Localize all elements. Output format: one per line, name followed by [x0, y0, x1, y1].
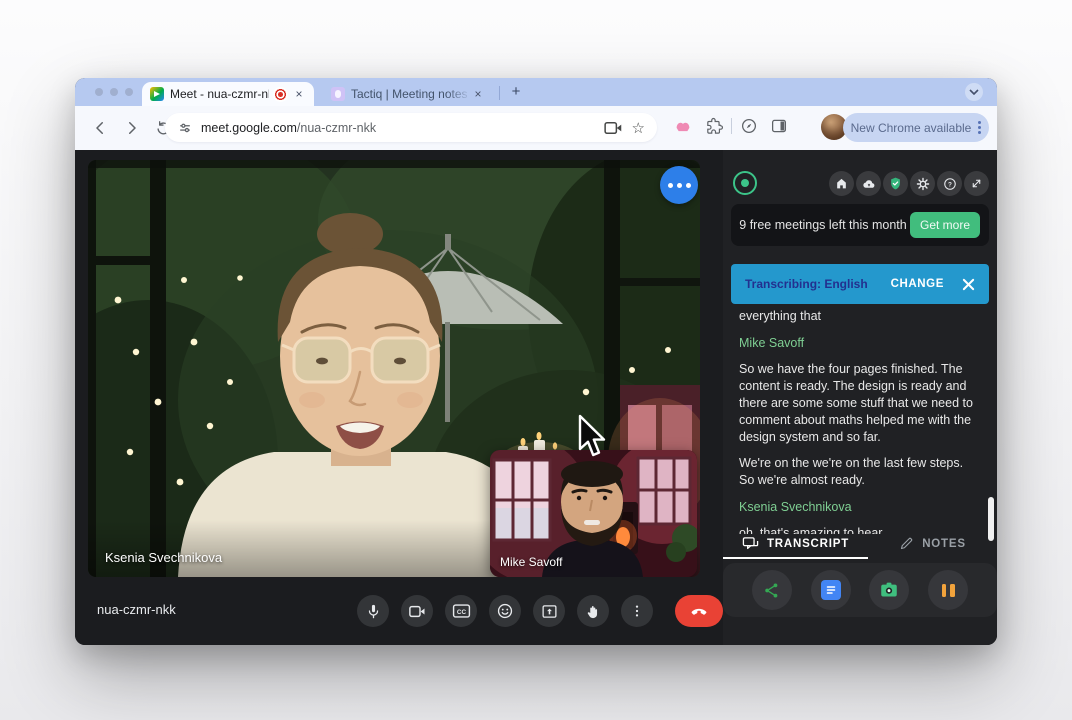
tab-notes-label: NOTES [922, 538, 966, 550]
site-settings-icon[interactable] [177, 120, 193, 136]
microphone-button[interactable] [357, 595, 389, 627]
quota-card: 9 free meetings left this month Get more [731, 204, 989, 246]
expand-panel-button[interactable] [964, 171, 989, 196]
home-button[interactable] [829, 171, 854, 196]
participant-name-label: Mike Savoff [500, 555, 562, 569]
settings-gear-button[interactable] [910, 171, 935, 196]
tab-transcript-label: TRANSCRIPT [767, 538, 849, 550]
more-options-button[interactable] [621, 595, 653, 627]
camera-in-use-icon[interactable] [604, 121, 622, 135]
tab-transcript[interactable]: TRANSCRIPT [723, 530, 868, 557]
transcribing-banner: Transcribing: English CHANGE [731, 264, 989, 304]
tab-strip: Meet - nua-czmr-nkk × Tactiq | Meeting n… [75, 78, 997, 106]
panel-tabs: TRANSCRIPT NOTES [723, 530, 997, 557]
screenshot-button[interactable] [869, 570, 909, 610]
meet-favicon-icon [150, 87, 164, 101]
forward-icon[interactable] [123, 119, 141, 137]
update-chrome-button[interactable]: New Chrome available [843, 113, 989, 142]
tab-meet[interactable]: Meet - nua-czmr-nkk × [142, 82, 314, 106]
extensions-puzzle-icon[interactable] [705, 117, 723, 135]
transcribing-label: Transcribing: English [745, 277, 891, 291]
address-bar[interactable]: meet.google.com/nua-czmr-nkk ☆ [165, 113, 657, 142]
tactiq-header-icons: ? [829, 171, 989, 196]
close-window-icon[interactable] [95, 88, 103, 96]
close-banner-icon[interactable] [962, 278, 975, 291]
extension-icons [673, 116, 788, 136]
end-call-button[interactable] [675, 595, 723, 627]
transcript-paragraph: So we have the four pages finished. The … [739, 361, 981, 446]
tactiq-favicon-icon [331, 87, 345, 101]
more-options-icon[interactable] [978, 121, 981, 134]
back-icon[interactable] [91, 119, 109, 137]
svg-text:CC: CC [456, 609, 466, 616]
zoom-window-icon[interactable] [125, 88, 133, 96]
browser-window: Meet - nua-czmr-nkk × Tactiq | Meeting n… [75, 78, 997, 645]
side-panel-icon[interactable] [770, 117, 788, 135]
quota-text: 9 free meetings left this month [731, 217, 909, 234]
meet-controls: CC [357, 595, 723, 627]
chat-notification-icon[interactable] [660, 166, 698, 204]
mouse-cursor [577, 414, 607, 460]
tactiq-panel: ? 9 free meetings left this month Get mo… [723, 150, 997, 645]
speaker-name: Mike Savoff [739, 335, 981, 352]
help-button[interactable]: ? [937, 171, 962, 196]
tactiq-extension-icon[interactable] [673, 116, 693, 136]
new-tab-button[interactable]: + [507, 83, 525, 101]
share-button[interactable] [752, 570, 792, 610]
transcript-continuation: everything that [739, 308, 981, 325]
participant-name-label: Ksenia Svechnikova [105, 550, 222, 565]
compass-icon[interactable] [740, 117, 758, 135]
tab-search-chevron-icon[interactable] [965, 83, 983, 101]
panel-action-bar [723, 563, 997, 617]
reactions-button[interactable] [489, 595, 521, 627]
get-more-button[interactable]: Get more [910, 212, 980, 238]
present-button[interactable] [533, 595, 565, 627]
pause-recording-button[interactable] [928, 570, 968, 610]
tab-divider [499, 86, 500, 100]
update-chrome-label: New Chrome available [851, 121, 972, 135]
open-google-doc-button[interactable] [811, 570, 851, 610]
browser-toolbar: meet.google.com/nua-czmr-nkk ☆ New Chrom… [75, 106, 997, 150]
change-language-button[interactable]: CHANGE [891, 278, 944, 290]
speaker-name: Ksenia Svechnikova [739, 499, 981, 516]
meeting-code: nua-czmr-nkk [97, 602, 176, 617]
page-content: Ksenia Svechnikova [75, 150, 997, 645]
close-tab-icon[interactable]: × [292, 87, 306, 101]
transcript-paragraph: We're on the we're on the last few steps… [739, 455, 981, 489]
minimize-window-icon[interactable] [110, 88, 118, 96]
window-controls[interactable] [95, 88, 133, 96]
close-tab-icon[interactable]: × [471, 87, 485, 101]
camera-button[interactable] [401, 595, 433, 627]
tab-notes[interactable]: NOTES [868, 530, 997, 557]
transcript-body[interactable]: everything that Mike Savoff So we have t… [739, 308, 981, 534]
pip-video-tile[interactable]: Mike Savoff [490, 450, 697, 577]
svg-text:?: ? [948, 181, 952, 188]
captions-button[interactable]: CC [445, 595, 477, 627]
pause-icon [942, 584, 955, 597]
chat-bubbles-icon [742, 536, 759, 551]
tab-title: Tactiq | Meeting notes powe [351, 87, 471, 101]
recording-indicator-icon [273, 87, 288, 102]
pencil-icon [899, 536, 914, 551]
url-text: meet.google.com/nua-czmr-nkk [201, 121, 604, 135]
tactiq-logo-icon [733, 171, 757, 195]
active-tab-indicator [723, 557, 868, 559]
google-docs-icon [821, 580, 841, 600]
tab-tactiq[interactable]: Tactiq | Meeting notes powe × [325, 82, 491, 106]
toolbar-divider [731, 118, 732, 134]
raise-hand-button[interactable] [577, 595, 609, 627]
cloud-sync-button[interactable] [856, 171, 881, 196]
main-video-tile: Ksenia Svechnikova [88, 160, 700, 577]
privacy-shield-button[interactable] [883, 171, 908, 196]
tab-title: Meet - nua-czmr-nkk [170, 87, 269, 101]
bookmark-star-icon[interactable]: ☆ [632, 119, 645, 137]
